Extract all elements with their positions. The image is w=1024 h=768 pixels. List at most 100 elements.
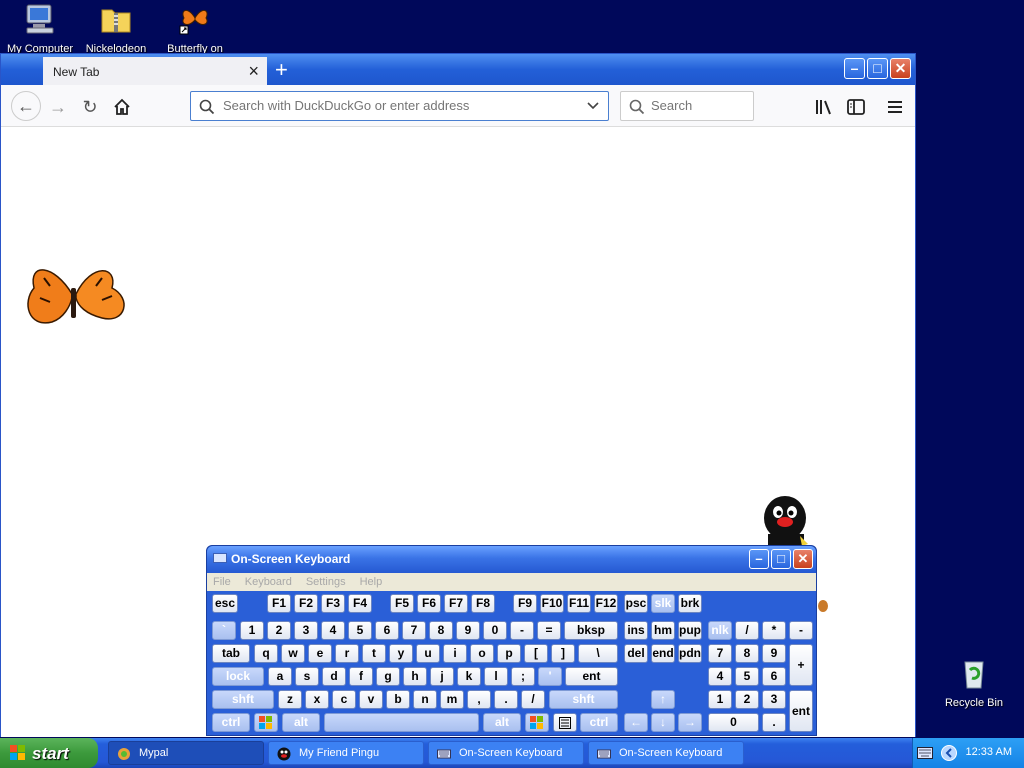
- key-l[interactable]: l: [484, 667, 508, 686]
- key-f12[interactable]: F12: [594, 594, 618, 613]
- forward-button[interactable]: →: [45, 94, 71, 120]
- key-3[interactable]: 3: [294, 621, 318, 640]
- key-kp-8[interactable]: 8: [735, 644, 759, 663]
- key-grave[interactable]: `: [212, 621, 236, 640]
- key-left-windows[interactable]: [254, 713, 278, 732]
- key-f11[interactable]: F11: [567, 594, 591, 613]
- key-caps-lock[interactable]: lock: [212, 667, 264, 686]
- key-f2[interactable]: F2: [294, 594, 318, 613]
- home-button[interactable]: [109, 94, 135, 120]
- key-f7[interactable]: F7: [444, 594, 468, 613]
- key-slk[interactable]: slk: [651, 594, 675, 613]
- key-minus[interactable]: -: [510, 621, 534, 640]
- key-right-alt[interactable]: alt: [483, 713, 521, 732]
- key-f8[interactable]: F8: [471, 594, 495, 613]
- key-f10[interactable]: F10: [540, 594, 564, 613]
- key-enter[interactable]: ent: [565, 667, 618, 686]
- search-bar[interactable]: [620, 91, 754, 121]
- key-space[interactable]: [324, 713, 479, 732]
- chevron-left-icon[interactable]: [941, 745, 957, 761]
- taskbar-item-mypal[interactable]: Mypal: [108, 741, 264, 765]
- key-f9[interactable]: F9: [513, 594, 537, 613]
- key-brk[interactable]: brk: [678, 594, 702, 613]
- key-o[interactable]: o: [470, 644, 494, 663]
- butterfly-pet[interactable]: [14, 258, 138, 342]
- key-9[interactable]: 9: [456, 621, 480, 640]
- key-kp-decimal[interactable]: .: [762, 713, 786, 732]
- key-8[interactable]: 8: [429, 621, 453, 640]
- key-home[interactable]: hm: [651, 621, 675, 640]
- key-kp-4[interactable]: 4: [708, 667, 732, 686]
- new-tab-button[interactable]: +: [275, 57, 288, 83]
- reload-button[interactable]: ↻: [77, 94, 103, 120]
- osk-minimize-button[interactable]: –: [749, 549, 769, 569]
- maximize-button[interactable]: □: [867, 58, 888, 79]
- key-arrow-right[interactable]: →: [678, 713, 702, 732]
- key-d[interactable]: d: [322, 667, 346, 686]
- menu-keyboard[interactable]: Keyboard: [245, 576, 292, 588]
- back-button[interactable]: ←: [11, 91, 41, 121]
- key-g[interactable]: g: [376, 667, 400, 686]
- key-v[interactable]: v: [359, 690, 383, 709]
- desktop-icon-nickelodeon[interactable]: Nickelodeon: [76, 2, 156, 55]
- key-z[interactable]: z: [278, 690, 302, 709]
- key-a[interactable]: a: [268, 667, 292, 686]
- key-left-shift[interactable]: shft: [212, 690, 274, 709]
- key-backslash[interactable]: \: [578, 644, 618, 663]
- key-f5[interactable]: F5: [390, 594, 414, 613]
- menu-settings[interactable]: Settings: [306, 576, 346, 588]
- key-f1[interactable]: F1: [267, 594, 291, 613]
- key-0[interactable]: 0: [483, 621, 507, 640]
- key-2[interactable]: 2: [267, 621, 291, 640]
- desktop-icon-my-computer[interactable]: My Computer: [0, 2, 80, 55]
- sidebar-icon[interactable]: [845, 96, 867, 118]
- key-page-down[interactable]: pdn: [678, 644, 702, 663]
- key-page-up[interactable]: pup: [678, 621, 702, 640]
- key-kp-5[interactable]: 5: [735, 667, 759, 686]
- key-f[interactable]: f: [349, 667, 373, 686]
- key-w[interactable]: w: [281, 644, 305, 663]
- key-b[interactable]: b: [386, 690, 410, 709]
- key-j[interactable]: j: [430, 667, 454, 686]
- menu-help[interactable]: Help: [360, 576, 383, 588]
- key-m[interactable]: m: [440, 690, 464, 709]
- key-y[interactable]: y: [389, 644, 413, 663]
- key-7[interactable]: 7: [402, 621, 426, 640]
- key-kp-subtract[interactable]: -: [789, 621, 813, 640]
- key-right-ctrl[interactable]: ctrl: [580, 713, 618, 732]
- desktop-icon-butterfly[interactable]: Butterfly on: [155, 2, 235, 55]
- key-kp-divide[interactable]: /: [735, 621, 759, 640]
- key-4[interactable]: 4: [321, 621, 345, 640]
- key-period[interactable]: .: [494, 690, 518, 709]
- close-button[interactable]: ✕: [890, 58, 911, 79]
- key-1[interactable]: 1: [240, 621, 264, 640]
- key-tab[interactable]: tab: [212, 644, 250, 663]
- key-context-menu[interactable]: [553, 713, 577, 732]
- key-right-shift[interactable]: shft: [549, 690, 618, 709]
- key-equals[interactable]: =: [537, 621, 561, 640]
- key-insert[interactable]: ins: [624, 621, 648, 640]
- key-u[interactable]: u: [416, 644, 440, 663]
- key-arrow-up[interactable]: ↑: [651, 690, 675, 709]
- key-right-windows[interactable]: [525, 713, 549, 732]
- key-kp-2[interactable]: 2: [735, 690, 759, 709]
- desktop-icon-recycle-bin[interactable]: Recycle Bin: [934, 656, 1014, 709]
- osk-titlebar[interactable]: On-Screen Keyboard – □ ✕: [207, 546, 816, 573]
- key-kp-6[interactable]: 6: [762, 667, 786, 686]
- taskbar-item-pingu[interactable]: My Friend Pingu: [268, 741, 424, 765]
- key-arrow-left[interactable]: ←: [624, 713, 648, 732]
- minimize-button[interactable]: –: [844, 58, 865, 79]
- key-i[interactable]: i: [443, 644, 467, 663]
- key-end[interactable]: end: [651, 644, 675, 663]
- key-kp-add[interactable]: +: [789, 644, 813, 686]
- key-x[interactable]: x: [305, 690, 329, 709]
- browser-titlebar[interactable]: New Tab × + – □ ✕: [1, 54, 915, 86]
- key-quote[interactable]: ': [538, 667, 562, 686]
- key-f6[interactable]: F6: [417, 594, 441, 613]
- key-r[interactable]: r: [335, 644, 359, 663]
- close-tab-icon[interactable]: ×: [248, 61, 259, 82]
- key-num-lock[interactable]: nlk: [708, 621, 732, 640]
- key-kp-9[interactable]: 9: [762, 644, 786, 663]
- key-slash[interactable]: /: [521, 690, 545, 709]
- key-e[interactable]: e: [308, 644, 332, 663]
